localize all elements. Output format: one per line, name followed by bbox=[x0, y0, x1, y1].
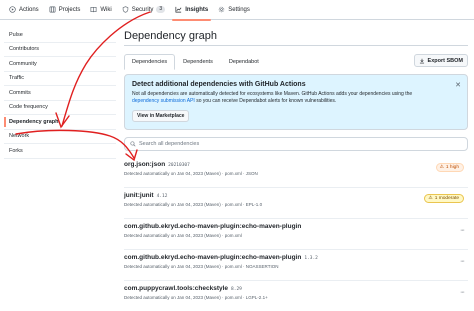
kebab-menu-icon[interactable]: ··· bbox=[460, 289, 465, 296]
dependency-meta: Detected automatically on Jan 04, 2023 (… bbox=[124, 295, 268, 300]
sidebar-item-forks[interactable]: Forks bbox=[4, 144, 116, 159]
list-item[interactable]: org.json:json 20210307 Detected automatic… bbox=[124, 157, 468, 188]
dependency-name-text: com.github.ekryd.echo-maven-plugin:echo-… bbox=[124, 254, 302, 261]
dependency-meta: Detected automatically on Jan 04, 2023 (… bbox=[124, 171, 258, 176]
play-icon bbox=[9, 6, 16, 13]
download-icon bbox=[419, 58, 424, 63]
book-icon bbox=[90, 7, 97, 13]
actions-banner: Detect additional dependencies with GitH… bbox=[124, 74, 468, 130]
page-title: Dependency graph bbox=[124, 26, 468, 46]
shield-icon bbox=[122, 6, 128, 13]
banner-title: Detect additional dependencies with GitH… bbox=[132, 81, 306, 88]
dependency-name-text: org.json:json bbox=[124, 161, 166, 168]
alert-icon: ⚠ bbox=[428, 196, 433, 201]
kebab-menu-icon[interactable]: ··· bbox=[460, 258, 465, 265]
banner-text-after: so you can receive Dependabot alerts for… bbox=[194, 97, 337, 104]
dependency-name: com.github.ekryd.echo-maven-plugin:echo-… bbox=[124, 254, 468, 261]
tab-settings[interactable]: Settings bbox=[213, 0, 255, 20]
dependency-name: com.puppycrawl.tools:checkstyle 8.29 bbox=[124, 285, 468, 292]
sidebar-item-community[interactable]: Community bbox=[4, 57, 116, 72]
repo-tab-bar: Actions Projects Wiki Security 3 Insight… bbox=[0, 0, 474, 21]
tab-insights[interactable]: Insights bbox=[170, 0, 213, 21]
alert-icon: ⚠ bbox=[439, 165, 444, 170]
banner-text-before: Not all dependencies are automatically d… bbox=[132, 91, 413, 97]
dependency-meta: Detected automatically on Jan 04, 2023 (… bbox=[124, 202, 263, 207]
dependency-name-text: junit:junit bbox=[124, 192, 154, 199]
tab-actions-label: Actions bbox=[19, 6, 39, 13]
banner-text: Not all dependencies are automatically d… bbox=[132, 91, 432, 104]
tab-projects[interactable]: Projects bbox=[44, 0, 86, 20]
dependency-version: 4.12 bbox=[156, 194, 168, 199]
dependency-version: 1.3.2 bbox=[304, 256, 318, 261]
severity-label: 1 high bbox=[445, 165, 459, 170]
subtab-dependents[interactable]: Dependents bbox=[175, 54, 221, 70]
severity-label: 1 moderate bbox=[434, 196, 459, 201]
list-item[interactable]: com.github.ekryd.echo-maven-plugin:echo-… bbox=[124, 219, 468, 250]
sidebar-item-dependency-graph[interactable]: Dependency graph bbox=[4, 115, 116, 130]
sidebar-item-network[interactable]: Network bbox=[4, 130, 116, 144]
export-sbom-button[interactable]: Export SBOM bbox=[413, 54, 468, 67]
dependency-meta: Detected automatically on Jan 04, 2023 (… bbox=[124, 233, 242, 238]
dependency-version: 8.29 bbox=[231, 287, 242, 292]
search-icon bbox=[130, 141, 136, 147]
sidebar-item-pulse[interactable]: Pulse bbox=[4, 28, 116, 43]
dependency-name: junit:junit 4.12 bbox=[124, 192, 468, 199]
graph-icon bbox=[175, 6, 182, 13]
sidebar-item-code-frequency[interactable]: Code frequency bbox=[4, 101, 116, 115]
gear-icon bbox=[218, 6, 225, 13]
close-icon[interactable]: ✕ bbox=[455, 81, 461, 89]
tab-wiki-label: Wiki bbox=[100, 6, 112, 13]
table-icon bbox=[49, 6, 56, 13]
tab-security[interactable]: Security 3 bbox=[117, 0, 170, 20]
list-item[interactable]: com.github.ekryd.echo-maven-plugin:echo-… bbox=[124, 250, 468, 281]
dependency-meta: Detected automatically on Jan 04, 2023 (… bbox=[124, 264, 279, 269]
dependency-version: 20210307 bbox=[168, 163, 190, 168]
subtab-dependabot[interactable]: Dependabot bbox=[221, 54, 267, 70]
list-item[interactable]: junit:junit 4.12 Detected automatically o… bbox=[124, 188, 468, 219]
insights-sidebar: Pulse Contributors Community Traffic Com… bbox=[4, 28, 116, 159]
export-sbom-label: Export SBOM bbox=[427, 57, 463, 64]
search-placeholder: Search all dependencies bbox=[139, 141, 200, 147]
tab-wiki[interactable]: Wiki bbox=[85, 0, 116, 20]
security-count-badge: 3 bbox=[156, 6, 166, 13]
dependency-list: org.json:json 20210307 Detected automatic… bbox=[124, 157, 468, 311]
tab-security-label: Security bbox=[131, 6, 154, 13]
tab-settings-label: Settings bbox=[228, 6, 250, 13]
sidebar-item-traffic[interactable]: Traffic bbox=[4, 72, 116, 86]
tab-actions[interactable]: Actions bbox=[4, 0, 44, 20]
dependency-name-text: com.puppycrawl.tools:checkstyle bbox=[124, 285, 229, 292]
tab-projects-label: Projects bbox=[58, 6, 81, 13]
dependency-submission-api-link[interactable]: dependency submission API bbox=[132, 98, 195, 104]
list-item[interactable]: com.puppycrawl.tools:checkstyle 8.29 Dete… bbox=[124, 281, 468, 311]
dependency-subtabs: Dependencies Dependents Dependabot Expor… bbox=[124, 54, 468, 70]
kebab-menu-icon[interactable]: ··· bbox=[460, 227, 465, 234]
subtab-dependencies[interactable]: Dependencies bbox=[124, 54, 176, 70]
dependency-search-input[interactable]: Search all dependencies bbox=[124, 137, 468, 151]
dependency-name: com.github.ekryd.echo-maven-plugin:echo-… bbox=[124, 223, 468, 230]
view-in-marketplace-button[interactable]: View in Marketplace bbox=[132, 110, 190, 122]
severity-badge[interactable]: ⚠ 1 high bbox=[435, 163, 464, 172]
tab-insights-label: Insights bbox=[185, 6, 209, 13]
main-content: Dependency graph Dependencies Dependents… bbox=[124, 26, 468, 311]
sidebar-item-contributors[interactable]: Contributors bbox=[4, 43, 116, 57]
sidebar-item-commits[interactable]: Commits bbox=[4, 86, 116, 101]
severity-badge[interactable]: ⚠ 1 moderate bbox=[424, 194, 464, 203]
dependency-name: org.json:json 20210307 bbox=[124, 161, 468, 168]
dependency-name-text: com.github.ekryd.echo-maven-plugin:echo-… bbox=[124, 223, 302, 230]
